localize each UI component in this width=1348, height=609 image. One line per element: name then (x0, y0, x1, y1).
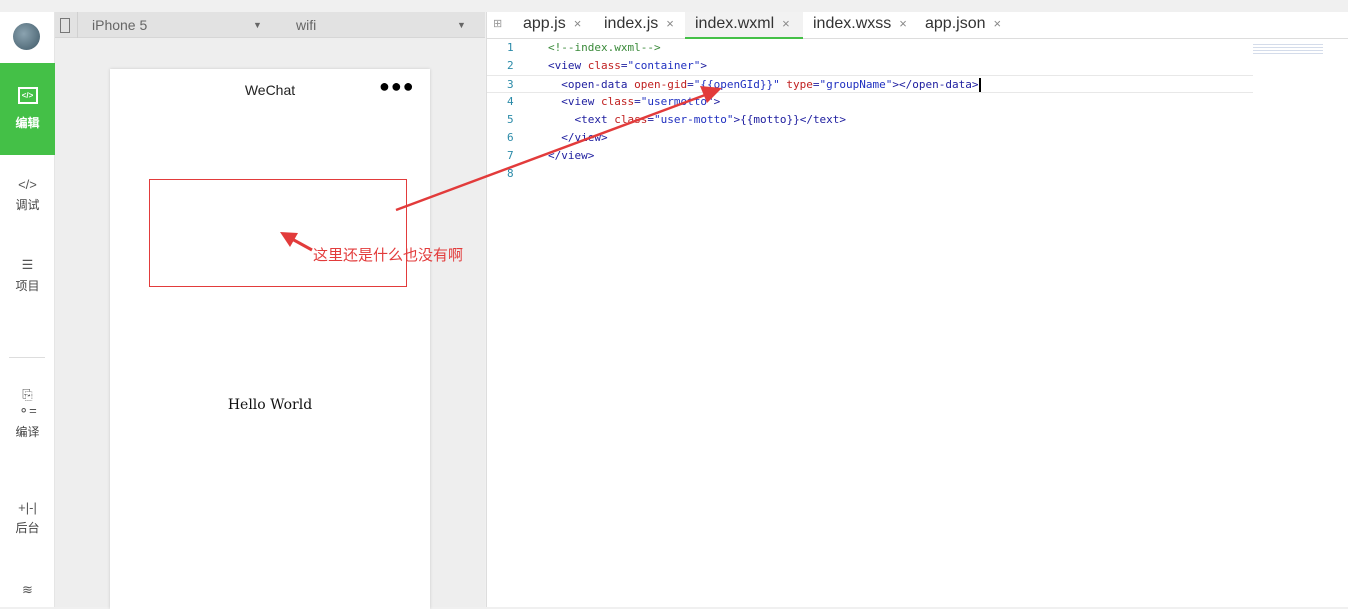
annotation-arrows (280, 86, 722, 252)
annotation-arrow-line (395, 93, 706, 212)
annotation-arrow-line (291, 237, 313, 252)
